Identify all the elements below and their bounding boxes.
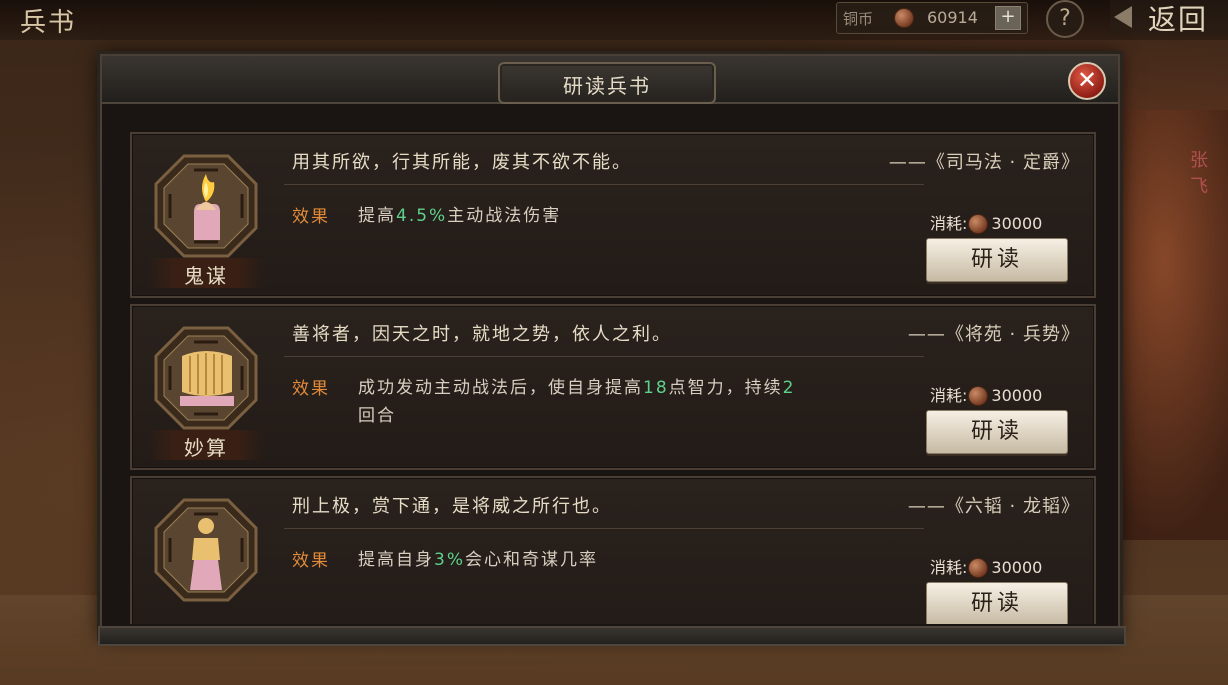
copper-coin-icon [969,215,988,233]
close-button[interactable]: ✕ [1068,62,1106,100]
effect-label: 效果 [292,551,330,571]
back-button[interactable]: 返回 [1110,0,1228,36]
effect-value: 2 [782,378,796,398]
book-list[interactable]: 鬼谋 用其所欲，行其所能，废其不欲不能。 ——《司马法 · 定爵》 效果 提高4… [116,118,1104,624]
copper-coin-icon [895,9,913,27]
effect-text-part: 点智力，持续 [668,378,783,398]
book-quote: 刑上极，赏下通，是将威之所行也。 [292,496,612,517]
effect-text-part: 提高自身 [358,550,434,570]
study-button[interactable]: 研读 [926,410,1068,454]
dialog-header: 研读兵书 ✕ [102,56,1118,104]
divider [284,184,924,185]
cost-value: 30000 [991,558,1043,577]
effect-text-part: 会心和奇谋几率 [464,550,598,570]
divider [284,356,924,357]
copper-coin-icon [969,559,988,577]
book-card: 妙算 善将者，因天之时，就地之势，依人之利。 ——《将苑 · 兵势》 效果 成功… [130,304,1096,470]
scroll-icon [154,326,258,430]
book-name-plate: 妙算 [146,430,266,460]
effect-text: 提高自身3%会心和奇谋几率 [358,546,918,574]
book-quote: 用其所欲，行其所能，废其不欲不能。 [292,152,632,173]
help-button[interactable]: ? [1046,0,1084,38]
currency-label: 铜币 [843,10,874,28]
effect-text: 提高4.5%主动战法伤害 [358,202,918,230]
cost-display: 消耗: 30000 [930,554,1042,578]
effect-text-part: 回合 [358,406,396,426]
effect-value: 18 [643,378,669,398]
top-bar: 兵书 铜币 60914 + ? 返回 [0,0,1228,40]
study-book-dialog: 研读兵书 ✕ 鬼谋 用其所欲，行其所能，废其不欲不能。 ——《司马法 · 定爵》… [98,54,1126,646]
general-statue-icon [154,498,258,602]
book-name-plate: 鬼谋 [146,258,266,288]
cost-value: 30000 [991,214,1043,233]
cost-value: 30000 [991,386,1043,405]
dialog-title-plate: 研读兵书 [498,62,716,104]
study-button[interactable]: 研读 [926,238,1068,282]
effect-label: 效果 [292,207,330,227]
effect-text-part: 提高 [358,206,396,226]
back-arrow-icon [1114,6,1132,28]
copper-coin-icon [969,387,988,405]
study-button[interactable]: 研读 [926,582,1068,624]
add-currency-button[interactable]: + [995,6,1021,30]
cost-display: 消耗: 30000 [930,382,1042,406]
book-name: 妙算 [184,436,228,460]
dialog-title: 研读兵书 [563,74,651,98]
book-source: ——《司马法 · 定爵》 [888,152,1080,173]
effect-text-part: 成功发动主动战法后，使自身提高 [358,378,643,398]
book-quote: 善将者，因天之时，就地之势，依人之利。 [292,324,672,345]
general-name-label: 张 飞 [1190,150,1208,197]
cost-label: 消耗: [930,558,968,577]
cost-display: 消耗: 30000 [930,210,1042,234]
effect-label: 效果 [292,379,330,399]
dialog-frame-bottom [98,626,1126,646]
book-card: 鬼谋 用其所欲，行其所能，废其不欲不能。 ——《司马法 · 定爵》 效果 提高4… [130,132,1096,298]
currency-value: 60914 [927,8,978,27]
effect-value: 4.5% [396,206,448,226]
cost-label: 消耗: [930,386,968,405]
book-name: 鬼谋 [184,264,228,288]
effect-value: 3% [434,550,465,570]
book-source: ——《六韬 · 龙韬》 [907,496,1080,517]
book-source: ——《将苑 · 兵势》 [907,324,1080,345]
page-title: 兵书 [20,8,77,38]
flame-hand-icon [154,154,258,258]
book-card: 刑上极，赏下通，是将威之所行也。 ——《六韬 · 龙韬》 效果 提高自身3%会心… [130,476,1096,624]
effect-text-part: 主动战法伤害 [447,206,562,226]
effect-text: 成功发动主动战法后，使自身提高18点智力，持续2 回合 [358,374,918,430]
divider [284,528,924,529]
back-label: 返回 [1148,3,1209,36]
cost-label: 消耗: [930,214,968,233]
copper-currency-display: 铜币 60914 + [836,2,1028,34]
